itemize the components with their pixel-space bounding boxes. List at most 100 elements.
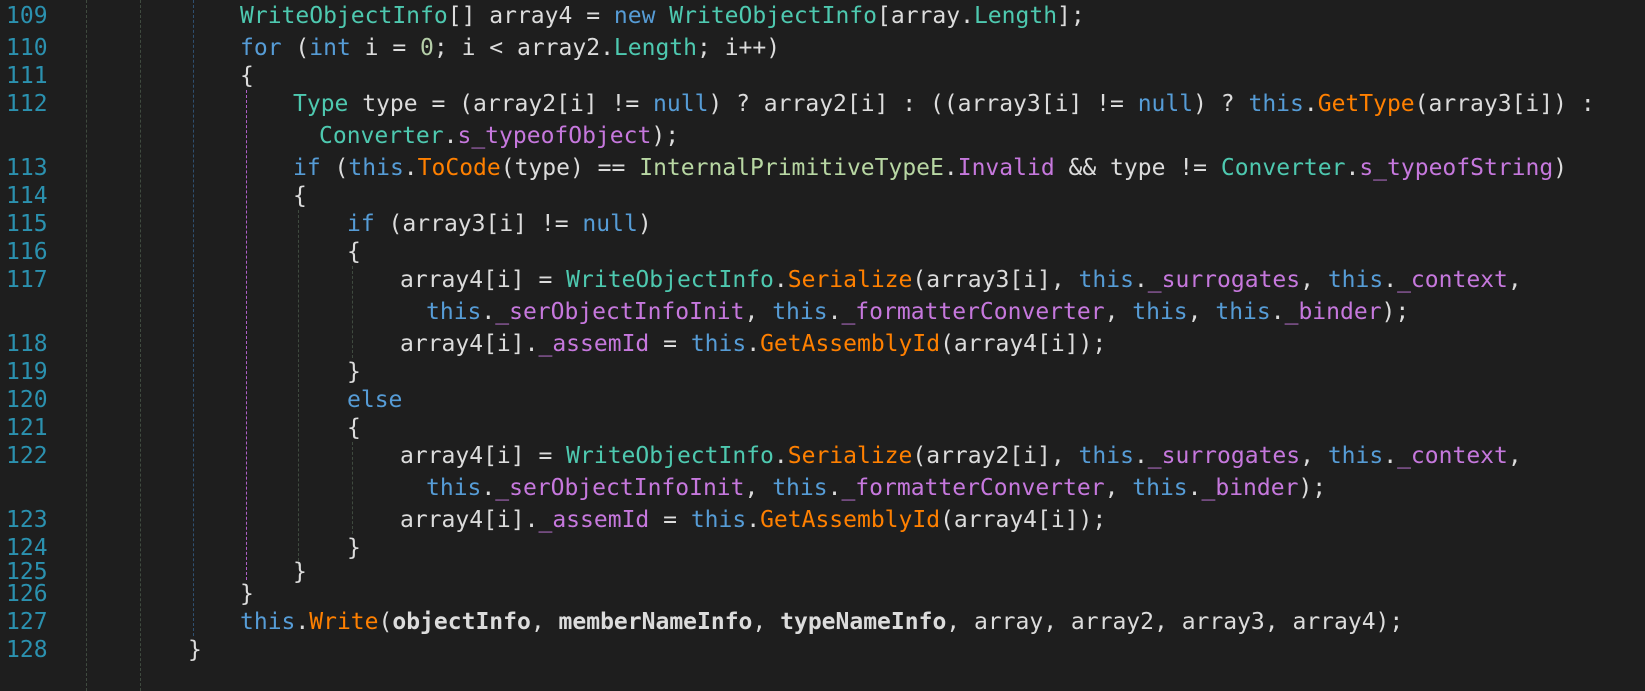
line-number: 114 [6, 183, 48, 209]
token-plain: ( [378, 609, 393, 635]
line-number: 122 [6, 443, 48, 469]
token-plain: (array4[i]); [940, 507, 1107, 533]
code-line[interactable]: 119} [0, 358, 1645, 386]
token-plain: . [481, 299, 496, 325]
token-type: Converter [1220, 155, 1346, 181]
code-line-continuation[interactable]: this._serObjectInfoInit, this._formatter… [0, 474, 1645, 502]
token-type: WriteObjectInfo [669, 3, 878, 29]
code-line[interactable]: 128} [0, 636, 1645, 664]
token-method: ToCode [417, 155, 501, 181]
line-number: 115 [6, 211, 48, 237]
code-line[interactable]: 115 if (array3[i] != null) [0, 210, 1645, 238]
token-plain: ( [281, 35, 310, 61]
token-plain: . [827, 299, 842, 325]
code-line[interactable]: 110 for (int i = 0; i < array2.Length; i+… [0, 34, 1645, 62]
token-plain: . [746, 331, 761, 357]
token-kw: this [1132, 299, 1188, 325]
token-kw: this [1215, 299, 1271, 325]
code-editor[interactable]: 109 WriteObjectInfo[] array4 = new WriteO… [0, 0, 1645, 691]
token-plain: . [1270, 299, 1285, 325]
token-plain: array4[i] = [400, 267, 567, 293]
token-type: WriteObjectInfo [566, 443, 774, 469]
token-plain: , [1104, 299, 1133, 325]
code-line[interactable]: 121 { [0, 414, 1645, 442]
token-num: 0 [420, 35, 434, 61]
code-text: this._serObjectInfoInit, this._formatter… [426, 474, 1326, 502]
code-text: { [240, 62, 254, 90]
token-plain: , [744, 299, 773, 325]
token-kw: this [690, 331, 747, 357]
code-line[interactable]: 118 array4[i]._assemId = this.GetAssembly… [0, 330, 1645, 358]
token-plain: . [1345, 155, 1360, 181]
code-text: array4[i]._assemId = this.GetAssemblyId(… [400, 330, 1106, 358]
token-kw: if [347, 211, 375, 237]
token-plain: . [443, 123, 458, 149]
token-plain: ) [637, 211, 652, 237]
token-plain: . [1383, 267, 1398, 293]
code-line[interactable]: 113 if (this.ToCode(type) == InternalPrim… [0, 154, 1645, 182]
token-field: _context [1397, 443, 1508, 469]
token-field: s_typeofString [1359, 155, 1554, 181]
code-line-continuation[interactable]: this._serObjectInfoInit, this._formatter… [0, 298, 1645, 326]
token-plain: . [1133, 443, 1148, 469]
token-method: Serialize [787, 267, 913, 293]
code-line[interactable]: 117 array4[i] = WriteObjectInfo.Serialize… [0, 266, 1645, 294]
token-plain: ; i++) [697, 35, 781, 61]
code-text: this._serObjectInfoInit, this._formatter… [426, 298, 1409, 326]
token-field: _formatterConverter [841, 299, 1105, 325]
token-plain: , [1507, 443, 1522, 469]
token-plain: } [347, 359, 361, 385]
code-line[interactable]: 109 WriteObjectInfo[] array4 = new WriteO… [0, 2, 1645, 30]
code-line[interactable]: 120 else [0, 386, 1645, 414]
token-kw: else [347, 387, 403, 413]
token-field: _formatterConverter [841, 475, 1105, 501]
token-field: _serObjectInfoInit [495, 299, 745, 325]
code-line[interactable]: 114 { [0, 182, 1645, 210]
code-line-continuation[interactable]: Converter.s_typeofObject); [0, 122, 1645, 150]
line-number: 111 [6, 63, 48, 89]
token-field: _assemId [538, 507, 650, 533]
line-number: 116 [6, 239, 48, 265]
token-field: _surrogates [1147, 267, 1301, 293]
line-number: 127 [6, 609, 48, 635]
code-text: array4[i] = WriteObjectInfo.Serialize(ar… [400, 442, 1522, 470]
code-line[interactable]: 112 Type type = (array2[i] != null) ? arr… [0, 90, 1645, 118]
token-kw: this [690, 507, 747, 533]
code-line[interactable]: 122 array4[i] = WriteObjectInfo.Serialize… [0, 442, 1645, 470]
code-text: { [347, 238, 361, 266]
code-line[interactable]: 116 { [0, 238, 1645, 266]
token-plain: , [744, 475, 773, 501]
code-line[interactable]: 123 array4[i]._assemId = this.GetAssembly… [0, 506, 1645, 534]
token-plain: (array3[i]) : [1414, 91, 1595, 117]
token-enumval: Invalid [957, 155, 1055, 181]
token-field: _surrogates [1147, 443, 1301, 469]
token-enum: InternalPrimitiveTypeE [639, 155, 944, 181]
token-plain: , [1104, 475, 1133, 501]
token-kw: null [582, 211, 638, 237]
token-plain: ( [320, 155, 349, 181]
token-plain: , array, array2, array3, array4); [946, 609, 1404, 635]
token-plain: type = (array2[i] != [348, 91, 654, 117]
token-plain: (type) == [500, 155, 640, 181]
token-plain: (array4[i]); [940, 331, 1107, 357]
token-kw: new [613, 3, 656, 29]
token-plain: ); [1298, 475, 1327, 501]
code-line[interactable]: 126} [0, 580, 1645, 608]
token-kw: this [772, 475, 828, 501]
token-plain: (array3[i] != [374, 211, 583, 237]
token-plain: , [530, 609, 559, 635]
code-text: } [188, 636, 202, 664]
code-line[interactable]: 127 this.Write(objectInfo, memberNameInfo… [0, 608, 1645, 636]
token-plain: ]; [1057, 3, 1085, 29]
token-plain: . [943, 155, 958, 181]
token-plain: , [1300, 267, 1328, 293]
token-plain: . [481, 475, 496, 501]
line-number: 117 [6, 267, 48, 293]
token-method: Write [309, 609, 379, 635]
token-plain: } [188, 637, 202, 663]
code-line[interactable]: 111 { [0, 62, 1645, 90]
code-text: else [347, 386, 402, 414]
token-plain: . [827, 475, 842, 501]
token-type: WriteObjectInfo [240, 3, 448, 29]
